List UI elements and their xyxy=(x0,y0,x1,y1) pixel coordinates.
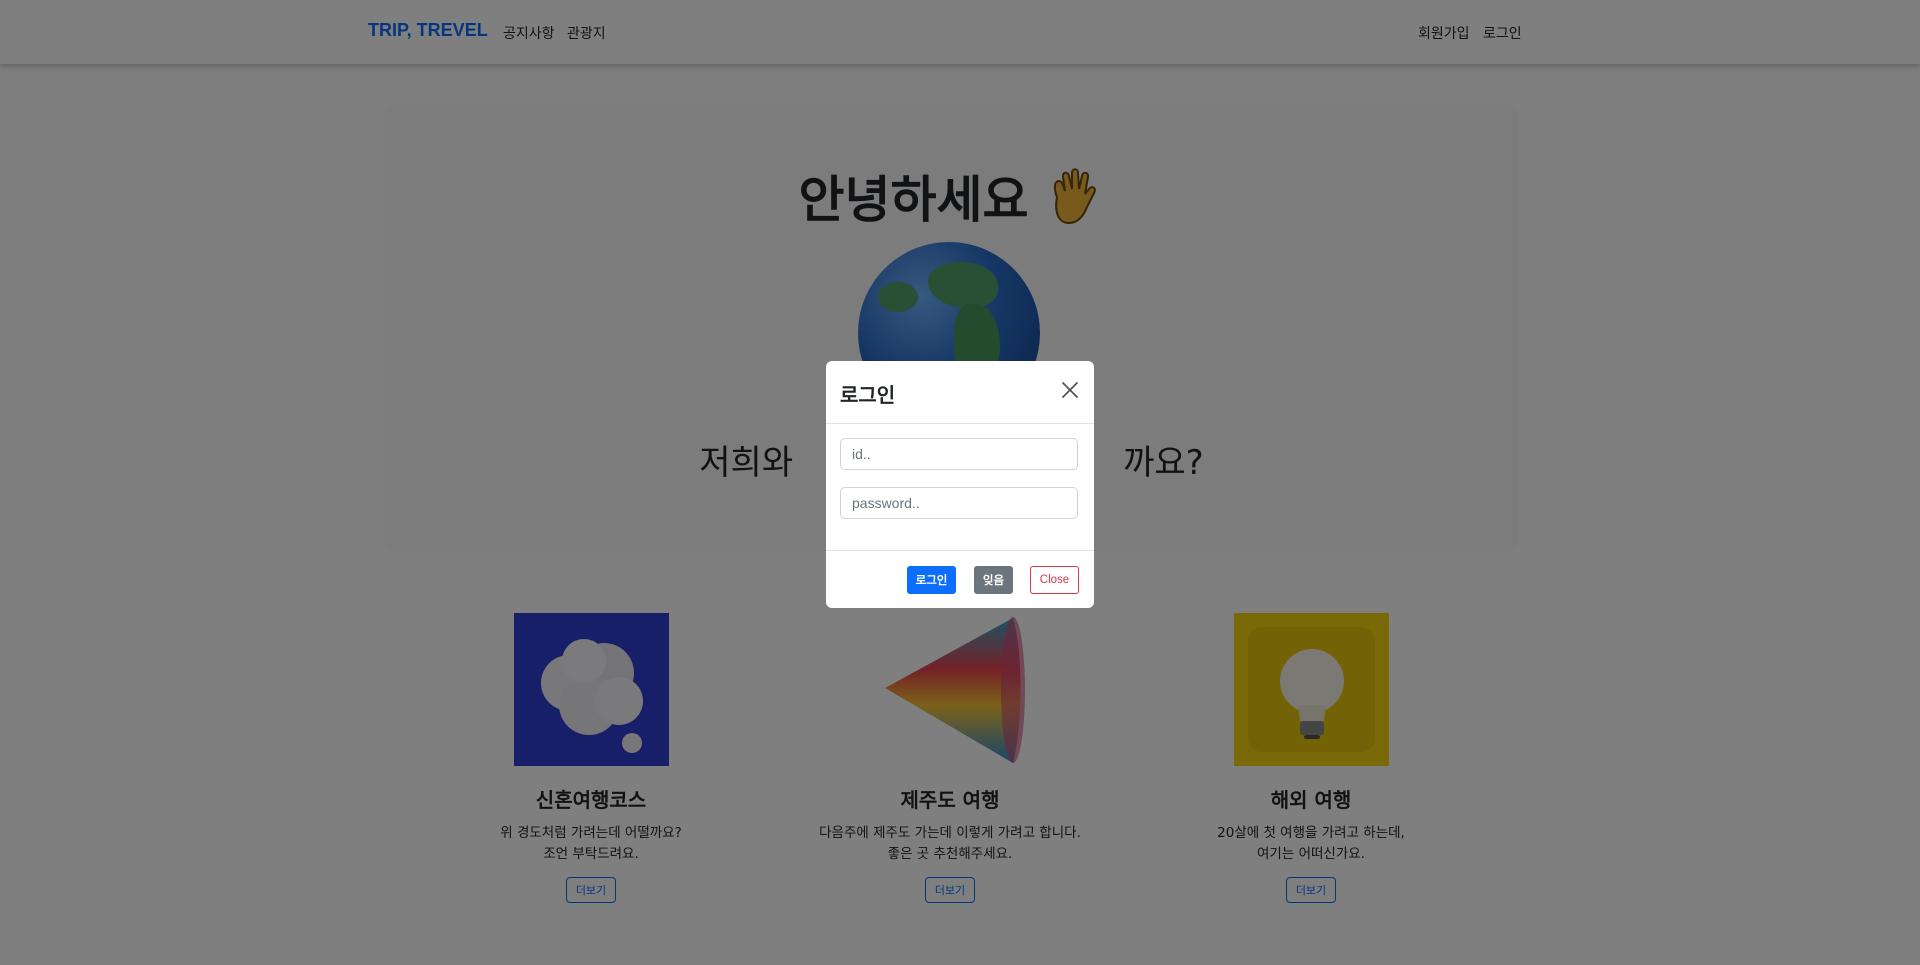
login-modal: 로그인 로그인 잊음 Close xyxy=(826,361,1094,608)
modal-footer: 로그인 잊음 Close xyxy=(826,550,1094,609)
modal-header: 로그인 xyxy=(826,361,1094,424)
id-input[interactable] xyxy=(840,438,1078,470)
close-button[interactable]: Close xyxy=(1030,566,1079,594)
password-input[interactable] xyxy=(840,487,1078,519)
forgot-button[interactable]: 잊음 xyxy=(974,566,1013,594)
close-icon[interactable] xyxy=(1060,380,1080,400)
login-button[interactable]: 로그인 xyxy=(907,566,956,594)
modal-title: 로그인 xyxy=(840,383,896,407)
